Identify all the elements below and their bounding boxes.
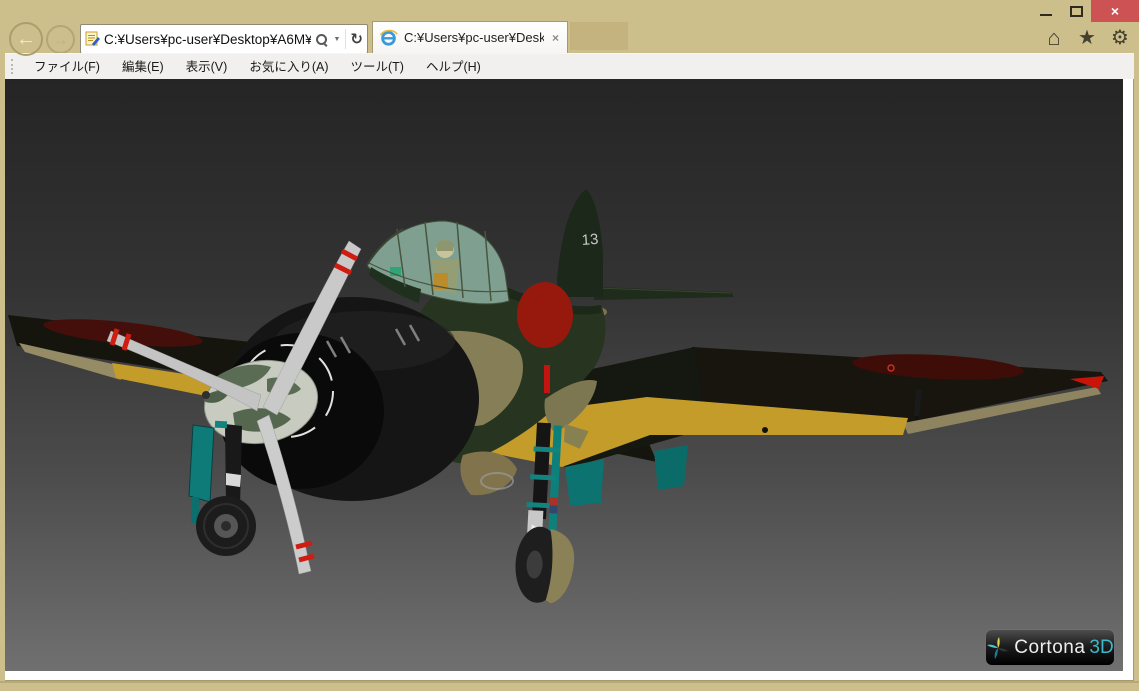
tail-marking: 13 — [581, 231, 599, 249]
cortona3d-star-icon — [986, 636, 1010, 660]
ie-logo-icon — [379, 28, 398, 47]
close-button[interactable]: × — [1091, 0, 1139, 22]
address-input[interactable]: C:¥Users¥pc-user¥Desktop¥A6M¥ni — [104, 32, 311, 47]
refresh-icon[interactable]: ↻ — [350, 30, 363, 48]
maximize-button[interactable] — [1061, 0, 1091, 22]
frame-inner-border — [0, 681, 1139, 683]
minimize-button[interactable] — [1031, 0, 1061, 22]
forward-button[interactable]: → — [46, 25, 75, 54]
minimize-icon — [1040, 14, 1052, 16]
address-bar[interactable]: C:¥Users¥pc-user¥Desktop¥A6M¥ni ▼ ↻ — [80, 24, 368, 54]
address-separator — [345, 29, 346, 49]
home-icon[interactable]: ⌂ — [1042, 27, 1066, 49]
back-button[interactable]: ← — [9, 22, 43, 56]
tab-title: C:¥Users¥pc-user¥Desk... — [404, 30, 544, 45]
aircraft-3d-model[interactable]: 13 — [5, 79, 1123, 671]
favorites-star-icon[interactable]: ★ — [1075, 28, 1099, 48]
close-icon: × — [1111, 4, 1119, 18]
window-controls: × — [1031, 0, 1139, 22]
search-icon[interactable] — [315, 33, 328, 46]
gear-indicator-pin — [544, 365, 550, 393]
forward-arrow-icon: → — [52, 30, 69, 50]
cortona3d-logo-suffix: 3D — [1089, 637, 1113, 659]
menu-tools[interactable]: ツール(T) — [339, 54, 414, 80]
browser-window: × ← → C:¥Users¥pc-user¥Desktop¥A6M¥ni ▼ … — [0, 0, 1139, 691]
address-dropdown-icon[interactable]: ▼ — [332, 36, 341, 43]
browser-toolbar: ⌂ ★ ⚙ — [1042, 27, 1132, 49]
page-content: 13 — [5, 79, 1134, 681]
back-arrow-icon: ← — [16, 28, 36, 51]
menu-favorites[interactable]: お気に入り(A) — [238, 54, 339, 80]
cortona3d-viewport[interactable]: 13 — [5, 79, 1123, 671]
canopy — [367, 221, 509, 304]
menu-bar: ファイル(F) 編集(E) 表示(V) お気に入り(A) ツール(T) ヘルプ(… — [5, 53, 1134, 79]
menu-view[interactable]: 表示(V) — [175, 54, 239, 80]
menu-help[interactable]: ヘルプ(H) — [415, 54, 492, 80]
cortona3d-logo[interactable]: Cortona3D — [985, 629, 1115, 666]
tab-active[interactable]: C:¥Users¥pc-user¥Desk... × — [372, 21, 568, 53]
menu-file[interactable]: ファイル(F) — [23, 54, 111, 80]
menubar-grip-handle[interactable] — [11, 59, 15, 74]
cortona3d-logo-text: Cortona — [1014, 637, 1085, 659]
new-tab-button[interactable] — [570, 22, 628, 50]
page-document-icon[interactable] — [85, 31, 100, 47]
settings-gear-icon[interactable]: ⚙ — [1108, 28, 1132, 48]
menu-edit[interactable]: 編集(E) — [111, 54, 175, 80]
maximize-icon — [1070, 6, 1083, 17]
tab-close-icon[interactable]: × — [550, 31, 561, 45]
hinomaru-roundel — [517, 282, 573, 348]
navigation-bar: ← → C:¥Users¥pc-user¥Desktop¥A6M¥ni ▼ ↻ … — [0, 20, 1139, 53]
